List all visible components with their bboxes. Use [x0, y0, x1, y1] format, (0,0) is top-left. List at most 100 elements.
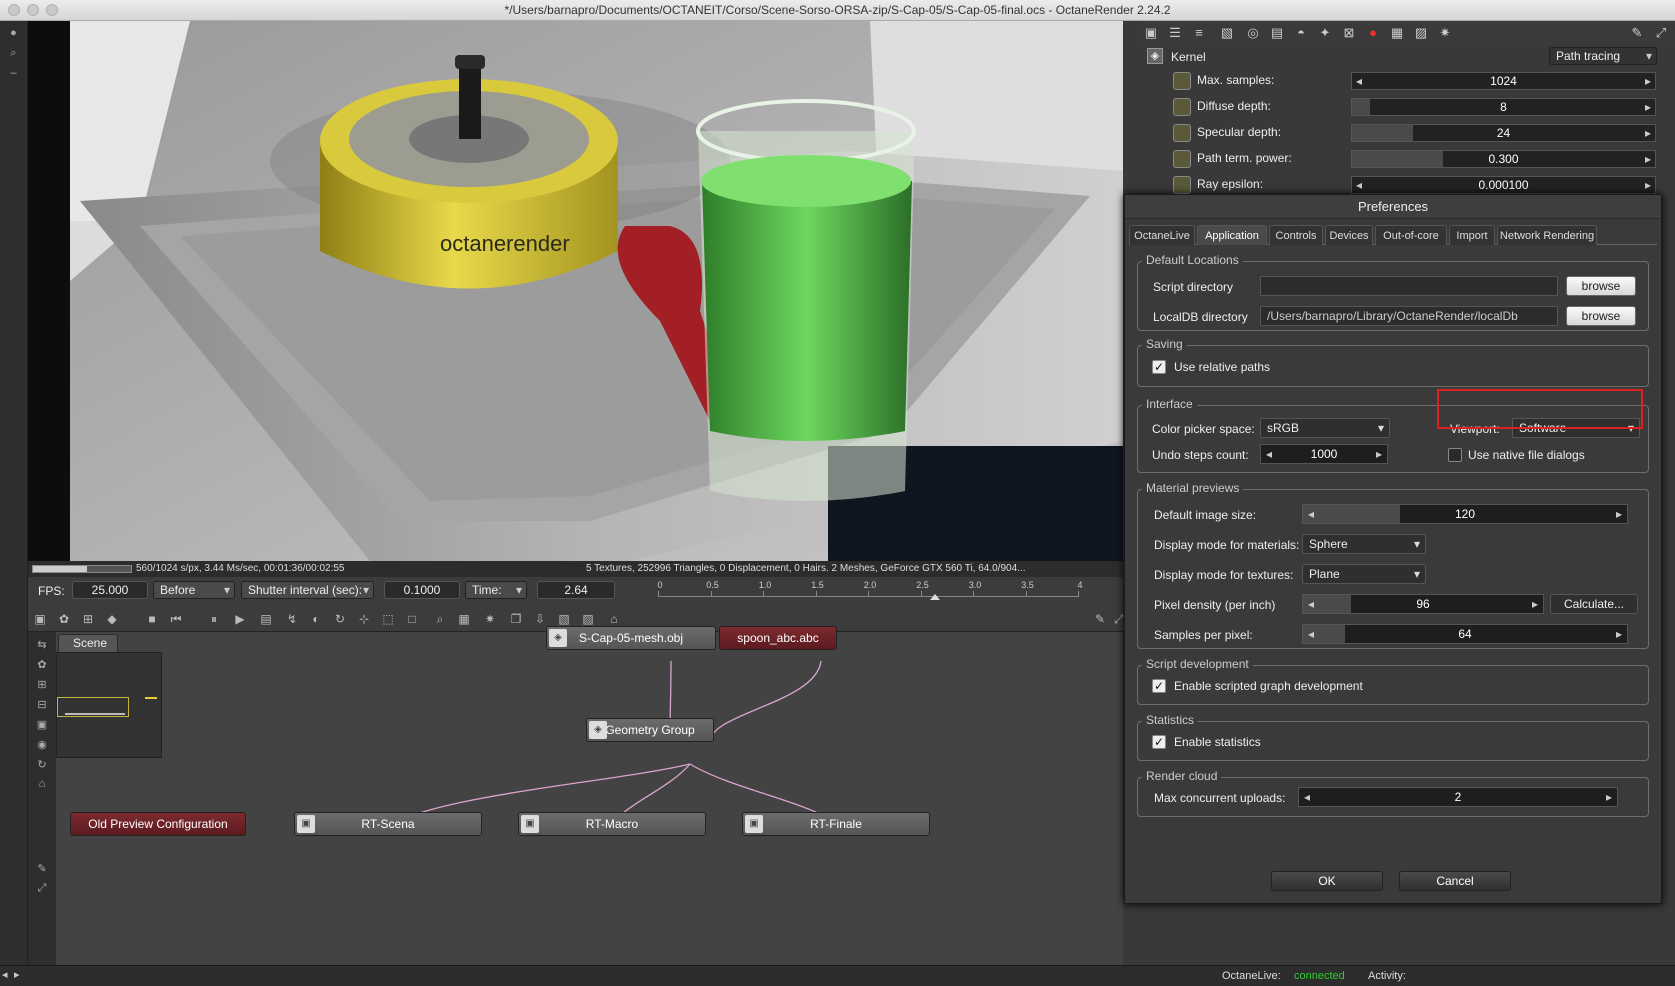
mesh-node[interactable]: ◈ S-Cap-05-mesh.obj: [546, 626, 716, 650]
camera-icon[interactable]: ▣: [32, 611, 48, 627]
settings-fullscreen-icon[interactable]: ⤢: [1653, 25, 1669, 41]
camera-settings-icon[interactable]: ▣: [1143, 25, 1159, 41]
save-image-icon[interactable]: ▧: [556, 611, 572, 627]
cubes-icon[interactable]: ▦: [1389, 25, 1405, 41]
geometry-group-node[interactable]: ◈ Geometry Group: [586, 718, 714, 742]
rt-macro-node[interactable]: ▣ RT-Macro: [518, 812, 706, 836]
default-image-size-slider[interactable]: 120: [1302, 504, 1628, 524]
pin-icon[interactable]: ●: [6, 27, 22, 41]
red-box-icon[interactable]: □: [404, 611, 420, 627]
time-field[interactable]: 2.64: [537, 581, 615, 599]
layers-icon[interactable]: ☰: [1167, 25, 1183, 41]
red-sphere-icon[interactable]: ●: [1365, 25, 1381, 41]
enable-statistics-checkbox[interactable]: ✓: [1152, 735, 1166, 749]
rgb-icon[interactable]: ◐: [308, 611, 324, 627]
clay-mode-icon[interactable]: ✿: [56, 611, 72, 627]
picture-icon[interactable]: ▨: [580, 611, 596, 627]
trash-icon[interactable]: ⌂: [606, 611, 622, 627]
render-viewport[interactable]: octanerender: [28, 21, 1123, 561]
native-file-dialogs-checkbox[interactable]: [1448, 448, 1462, 462]
param-toggle-icon[interactable]: [1173, 124, 1191, 142]
samples-per-pixel-slider[interactable]: 64: [1302, 624, 1628, 644]
rt-scena-node[interactable]: ▣ RT-Scena: [294, 812, 482, 836]
pause-icon[interactable]: ⏸: [206, 611, 222, 627]
group-icon[interactable]: ⊞: [34, 678, 50, 692]
monitor-icon[interactable]: ▤: [1269, 25, 1285, 41]
time-dropdown[interactable]: Time:: [465, 581, 527, 599]
frame-icon[interactable]: ▦: [456, 611, 472, 627]
minimize-window-button[interactable]: [27, 4, 39, 16]
picture-settings-icon[interactable]: ▨: [1413, 25, 1429, 41]
search-scene-icon[interactable]: ⌕: [432, 611, 448, 627]
node-trash-icon[interactable]: ⌂: [34, 778, 50, 792]
nav-left-icon[interactable]: ◂: [2, 968, 8, 981]
export-icon[interactable]: ⇩: [532, 611, 548, 627]
image-node-icon[interactable]: ▣: [34, 718, 50, 732]
kernel-param-slider[interactable]: 1024: [1351, 72, 1656, 90]
kernel-param-slider[interactable]: 0.300: [1351, 150, 1656, 168]
close-window-button[interactable]: [8, 4, 20, 16]
tab-out-of-core[interactable]: Out-of-core: [1375, 225, 1447, 245]
param-toggle-icon[interactable]: [1173, 150, 1191, 168]
param-toggle-icon[interactable]: [1173, 72, 1191, 90]
localdb-directory-field[interactable]: /Users/barnapro/Library/OctaneRender/loc…: [1260, 306, 1558, 326]
scripted-graph-checkbox[interactable]: ✓: [1152, 679, 1166, 693]
undo-steps-field[interactable]: 1000: [1260, 444, 1388, 464]
af-icon[interactable]: ↯: [284, 611, 300, 627]
kernel-type-dropdown[interactable]: Path tracing: [1549, 47, 1657, 65]
materials-display-dropdown[interactable]: Sphere: [1302, 534, 1426, 554]
rotate-icon[interactable]: ↻: [332, 611, 348, 627]
shutter-interval-dropdown[interactable]: Shutter interval (sec):: [241, 581, 374, 599]
script-browse-button[interactable]: browse: [1566, 276, 1636, 296]
color-cube-icon[interactable]: ◆: [104, 611, 120, 627]
cancel-button[interactable]: Cancel: [1399, 871, 1511, 891]
tab-application[interactable]: Application: [1197, 225, 1267, 245]
tab-devices[interactable]: Devices: [1325, 225, 1373, 245]
kernel-param-slider[interactable]: 24: [1351, 124, 1656, 142]
nav-right-icon[interactable]: ▸: [14, 968, 20, 981]
display-icon[interactable]: ▤: [258, 611, 274, 627]
focus-icon[interactable]: ⊹: [356, 611, 372, 627]
ungroup-icon[interactable]: ⊟: [34, 698, 50, 712]
tab-import[interactable]: Import: [1449, 225, 1495, 245]
lock-icon[interactable]: ✷: [482, 611, 498, 627]
max-uploads-slider[interactable]: 2: [1298, 787, 1618, 807]
copy-icon[interactable]: ❐: [508, 611, 524, 627]
shutter-interval-field[interactable]: 0.1000: [384, 581, 460, 599]
zoom-icon[interactable]: ⌕: [6, 47, 22, 61]
zoom-window-button[interactable]: [46, 4, 58, 16]
fullscreen-icon[interactable]: ⤢: [1114, 611, 1124, 627]
image-icon[interactable]: ▧: [1219, 25, 1235, 41]
light-icon[interactable]: ✦: [1317, 25, 1333, 41]
collapse-icon[interactable]: –: [6, 67, 22, 81]
node-wrench-icon[interactable]: ✎: [34, 862, 50, 876]
interval-mode-dropdown[interactable]: Before: [153, 581, 235, 599]
play-icon[interactable]: ▶: [232, 611, 248, 627]
script-directory-field[interactable]: [1260, 276, 1558, 296]
spiral-icon[interactable]: ◎: [1245, 25, 1261, 41]
ok-button[interactable]: OK: [1271, 871, 1383, 891]
pixel-density-slider[interactable]: 96: [1302, 594, 1544, 614]
localdb-browse-button[interactable]: browse: [1566, 306, 1636, 326]
rt-finale-node[interactable]: ▣ RT-Finale: [742, 812, 930, 836]
spoon-node[interactable]: spoon_abc.abc: [719, 626, 837, 650]
tab-controls[interactable]: Controls: [1269, 225, 1323, 245]
kernel-param-slider[interactable]: 8: [1351, 98, 1656, 116]
cube-icon[interactable]: ⬚: [380, 611, 396, 627]
timeline-playhead[interactable]: [930, 594, 941, 600]
list-icon[interactable]: ≡: [1191, 25, 1207, 41]
timeline-ruler[interactable]: 0 0.5 1.0 1.5 2.0 2.5 3.0 3.5 4: [657, 580, 1118, 602]
reorganize-icon[interactable]: ⇆: [34, 638, 50, 652]
fps-field[interactable]: 25.000: [72, 581, 148, 599]
textures-display-dropdown[interactable]: Plane: [1302, 564, 1426, 584]
settings-wrench-icon[interactable]: ✎: [1629, 25, 1645, 41]
node-clay-icon[interactable]: ✿: [34, 658, 50, 672]
node-graph-editor[interactable]: Scene ◈ S-Cap-05-mesh.obj spoon_abc.abc …: [56, 626, 1123, 965]
tab-network-rendering[interactable]: Network Rendering: [1497, 225, 1597, 245]
node-icon[interactable]: ⊠: [1341, 25, 1357, 41]
tab-octanelive[interactable]: OctaneLive: [1129, 225, 1195, 245]
old-preview-node[interactable]: Old Preview Configuration: [70, 812, 246, 836]
refresh-node-icon[interactable]: ↻: [34, 758, 50, 772]
restart-icon[interactable]: ⏮: [168, 611, 184, 627]
pot-icon[interactable]: ◓: [1293, 25, 1309, 41]
